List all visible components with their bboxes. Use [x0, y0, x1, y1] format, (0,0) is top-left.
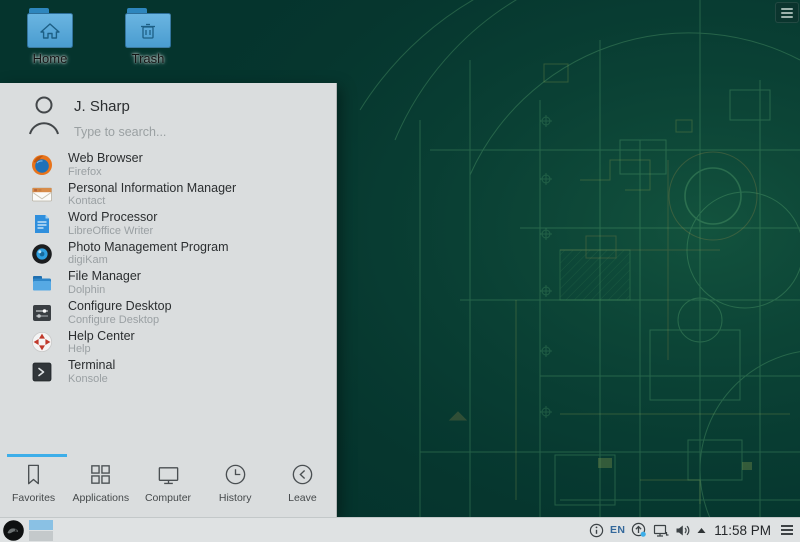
- desktop-toolbox-button[interactable]: [775, 2, 799, 23]
- app-subtitle: Help: [68, 343, 135, 355]
- app-subtitle: Kontact: [68, 195, 236, 207]
- writer-document-icon: [31, 213, 53, 235]
- virtual-desktop-pager[interactable]: [29, 520, 53, 541]
- trash-glyph-icon: [138, 22, 158, 40]
- app-item-file-manager[interactable]: File Manager Dolphin: [0, 268, 336, 298]
- help-lifering-icon: [31, 331, 53, 353]
- app-subtitle: Configure Desktop: [68, 314, 172, 326]
- app-item-word-processor[interactable]: Word Processor LibreOffice Writer: [0, 209, 336, 239]
- digital-clock[interactable]: 11:58 PM: [714, 523, 771, 538]
- trash-folder-icon: [125, 8, 171, 48]
- up-triangle-icon: [697, 527, 706, 534]
- app-item-terminal[interactable]: Terminal Konsole: [0, 357, 336, 387]
- home-folder-icon: [27, 8, 73, 48]
- settings-sliders-icon: [31, 302, 53, 324]
- app-title: Configure Desktop: [68, 300, 172, 314]
- leave-icon: [290, 462, 315, 487]
- tab-label: Computer: [145, 492, 191, 504]
- active-tab-indicator: [7, 454, 67, 457]
- desktop-icon-label: Trash: [105, 51, 191, 66]
- app-title: Personal Information Manager: [68, 182, 236, 196]
- terminal-icon: [31, 361, 53, 383]
- firefox-icon: [31, 154, 53, 176]
- tab-favorites[interactable]: Favorites: [0, 462, 67, 504]
- app-title: Photo Management Program: [68, 241, 229, 255]
- tab-applications[interactable]: Applications: [67, 462, 134, 504]
- network-icon[interactable]: [653, 523, 669, 538]
- tab-leave[interactable]: Leave: [269, 462, 336, 504]
- desktop-icon-home[interactable]: Home: [7, 8, 93, 66]
- app-title: Web Browser: [68, 152, 143, 166]
- volume-icon[interactable]: [675, 523, 691, 538]
- history-clock-icon: [223, 462, 248, 487]
- app-subtitle: Konsole: [68, 373, 115, 385]
- app-title: Terminal: [68, 359, 115, 373]
- tab-label: Applications: [72, 492, 129, 504]
- app-title: File Manager: [68, 270, 141, 284]
- panel-menu-button[interactable]: [779, 523, 795, 537]
- bookmark-icon: [21, 462, 46, 487]
- notifications-icon[interactable]: [589, 523, 604, 538]
- digikam-camera-icon: [31, 243, 53, 265]
- app-subtitle: Dolphin: [68, 284, 141, 296]
- updates-icon[interactable]: [631, 522, 647, 538]
- dolphin-folder-icon: [31, 272, 53, 294]
- app-title: Word Processor: [68, 211, 157, 225]
- user-avatar-icon[interactable]: [27, 94, 61, 136]
- system-tray: EN: [589, 522, 800, 538]
- search-input[interactable]: Type to search...: [74, 125, 166, 139]
- tray-expander-button[interactable]: [697, 527, 706, 534]
- launcher-tab-bar: Favorites Applications: [0, 454, 336, 517]
- application-launcher-popup: J. Sharp Type to search... Web Browser F…: [0, 83, 337, 517]
- house-glyph-icon: [39, 22, 61, 40]
- tab-history[interactable]: History: [202, 462, 269, 504]
- favorites-app-list: Web Browser Firefox Personal Information…: [0, 150, 336, 387]
- kontact-mail-icon: [31, 183, 53, 205]
- app-item-pim[interactable]: Personal Information Manager Kontact: [0, 180, 336, 210]
- tab-label: Leave: [288, 492, 317, 504]
- desktop-icon-trash[interactable]: Trash: [105, 8, 191, 66]
- app-subtitle: digiKam: [68, 254, 229, 266]
- pager-desktop-2[interactable]: [29, 531, 53, 541]
- computer-icon: [156, 462, 181, 487]
- app-subtitle: LibreOffice Writer: [68, 225, 157, 237]
- app-title: Help Center: [68, 330, 135, 344]
- user-name: J. Sharp: [74, 98, 130, 115]
- keyboard-layout-indicator[interactable]: EN: [610, 524, 625, 536]
- taskbar-panel: EN: [0, 517, 800, 542]
- pager-desktop-1-active[interactable]: [29, 520, 53, 530]
- application-launcher-button[interactable]: [3, 520, 24, 541]
- hamburger-icon: [781, 8, 793, 10]
- app-item-web-browser[interactable]: Web Browser Firefox: [0, 150, 336, 180]
- apps-grid-icon: [88, 462, 113, 487]
- tab-computer[interactable]: Computer: [134, 462, 201, 504]
- hamburger-icon: [781, 525, 793, 527]
- app-item-configure-desktop[interactable]: Configure Desktop Configure Desktop: [0, 298, 336, 328]
- tab-label: History: [219, 492, 252, 504]
- desktop-icon-label: Home: [7, 51, 93, 66]
- app-subtitle: Firefox: [68, 166, 143, 178]
- app-item-help-center[interactable]: Help Center Help: [0, 328, 336, 358]
- tab-label: Favorites: [12, 492, 55, 504]
- app-item-photo-management[interactable]: Photo Management Program digiKam: [0, 239, 336, 269]
